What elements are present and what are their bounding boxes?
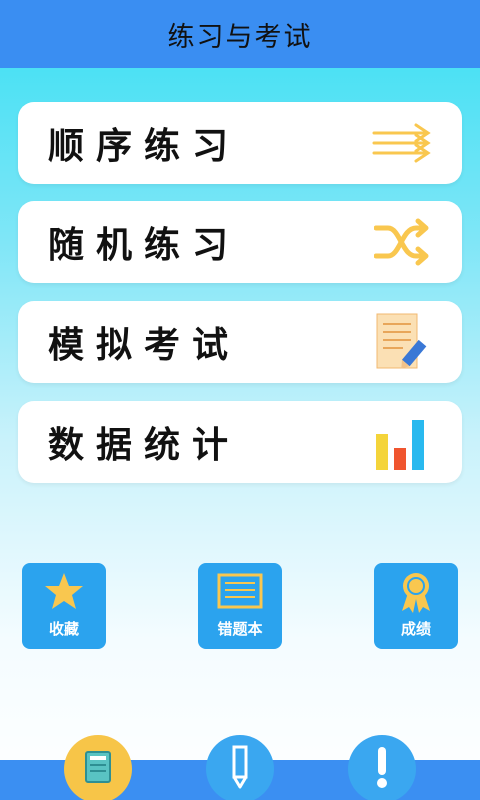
tab-study[interactable] [64,735,132,800]
arrows-right-icon [372,113,432,173]
notebook-icon [198,571,282,611]
menu-item-mock-exam[interactable]: 模拟考试 [18,301,462,383]
menu-item-label: 数据统计 [48,425,241,466]
book-icon [81,748,115,790]
tab-notice[interactable] [348,735,416,800]
page-title: 练习与考试 [167,21,313,53]
award-ribbon-icon [374,571,458,615]
menu-item-label: 模拟考试 [48,325,241,366]
wrong-questions-button[interactable]: 错题本 [198,563,282,649]
tab-practice[interactable] [206,735,274,800]
scores-button[interactable]: 成绩 [374,563,458,649]
pencil-icon [225,745,255,793]
exam-paper-icon [372,312,432,372]
favorites-label: 收藏 [48,620,79,638]
shuffle-icon [372,212,432,272]
scores-label: 成绩 [400,620,431,638]
wrong-questions-label: 错题本 [217,620,263,638]
menu-item-statistics[interactable]: 数据统计 [18,401,462,483]
menu-item-label: 顺序练习 [48,126,241,167]
menu-item-label: 随机练习 [48,225,241,266]
bar-chart-icon [372,412,432,472]
menu-item-random-practice[interactable]: 随机练习 [18,201,462,283]
menu-item-sequential-practice[interactable]: 顺序练习 [18,102,462,184]
exclamation-icon [374,745,390,793]
star-icon [22,571,106,611]
title-bar: 练习与考试 [0,0,480,68]
favorites-button[interactable]: 收藏 [22,563,106,649]
